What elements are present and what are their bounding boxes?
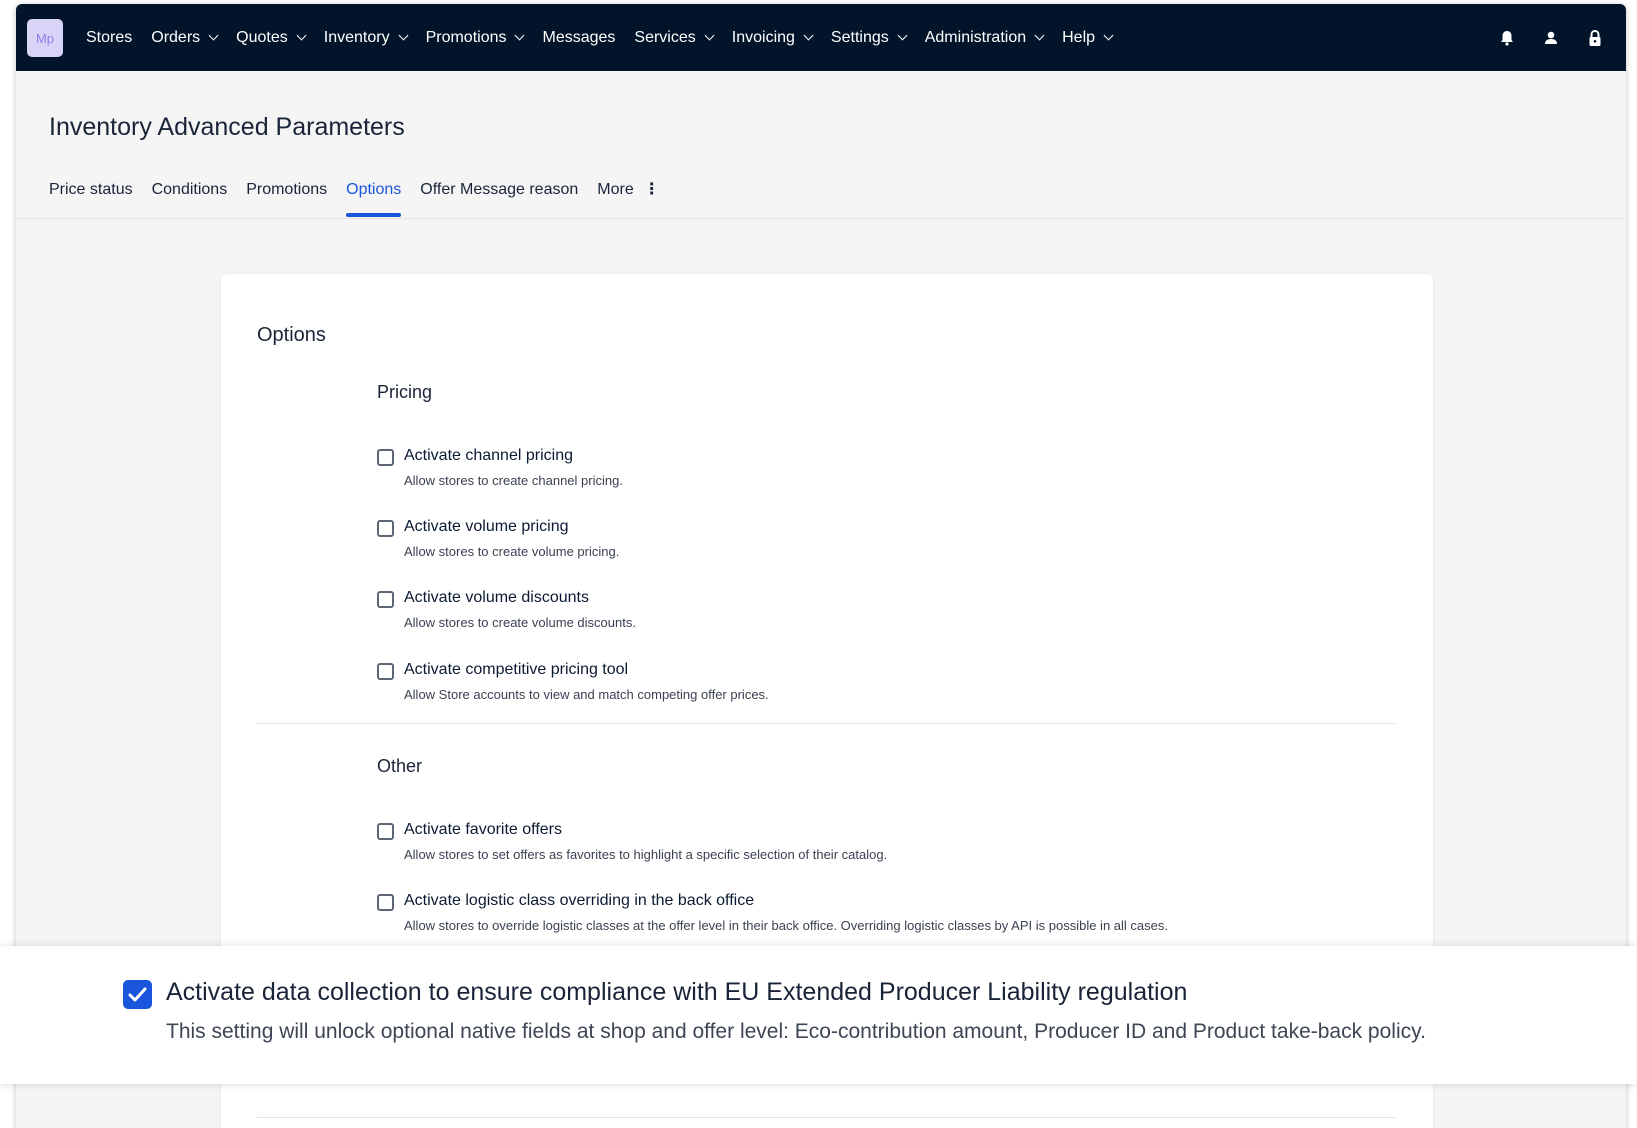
- option-description: Allow Store accounts to view and match c…: [404, 687, 769, 702]
- top-icons: [1472, 4, 1604, 71]
- nav-label: Messages: [542, 28, 616, 46]
- nav-item-help[interactable]: Help: [1062, 28, 1114, 47]
- nav-label: Administration: [924, 28, 1027, 46]
- option-label: Activate favorite offers: [404, 821, 562, 838]
- checkmark-icon: [128, 987, 147, 1002]
- epr-option-description: This setting will unlock optional native…: [166, 1020, 1426, 1043]
- tabs-divider: [16, 218, 1626, 219]
- nav-label: Inventory: [323, 28, 390, 46]
- chevron-down-icon: [398, 30, 409, 41]
- section-title-other: Other: [377, 756, 423, 776]
- tab-bar: Price status Conditions Promotions Optio…: [49, 180, 679, 220]
- option-label: Activate channel pricing: [404, 447, 573, 464]
- nav-label: Help: [1062, 28, 1096, 46]
- nav-label: Stores: [86, 28, 133, 46]
- nav-label: Services: [634, 28, 696, 46]
- section-divider: [257, 723, 1395, 724]
- nav-item-services[interactable]: Services: [634, 28, 715, 47]
- highlighted-option-banner: Activate data collection to ensure compl…: [0, 946, 1637, 1084]
- chevron-down-icon: [704, 30, 715, 41]
- user-icon[interactable]: [1542, 29, 1560, 47]
- checkbox-epr-data-collection[interactable]: [123, 980, 152, 1009]
- chevron-down-icon: [803, 30, 814, 41]
- nav-item-invoicing[interactable]: Invoicing: [731, 28, 814, 47]
- chevron-down-icon: [897, 30, 908, 41]
- checkbox-channel-pricing[interactable]: [377, 449, 394, 466]
- tab-options[interactable]: Options: [346, 180, 402, 220]
- nav-item-orders[interactable]: Orders: [151, 28, 219, 47]
- nav-label: Orders: [151, 28, 201, 46]
- nav-item-promotions[interactable]: Promotions: [425, 28, 525, 47]
- option-description: Allow stores to create channel pricing.: [404, 473, 623, 488]
- nav-item-settings[interactable]: Settings: [830, 28, 908, 47]
- tab-more[interactable]: More ⋮: [597, 180, 659, 220]
- option-label: Activate competitive pricing tool: [404, 661, 629, 678]
- nav-item-messages[interactable]: Messages: [542, 29, 615, 47]
- bell-icon[interactable]: [1498, 29, 1516, 47]
- option-description: Allow stores to set offers as favorites …: [404, 847, 888, 862]
- option-description: Allow stores to create volume pricing.: [404, 544, 620, 559]
- top-navigation-bar: Mp Stores Orders Quotes Inventory Promot…: [16, 4, 1626, 71]
- logo-text: Mp: [35, 30, 55, 46]
- checkbox-favorite-offers[interactable]: [377, 823, 394, 840]
- nav-label: Invoicing: [731, 28, 795, 46]
- nav-item-administration[interactable]: Administration: [924, 28, 1045, 47]
- chevron-down-icon: [1034, 30, 1045, 41]
- checkbox-competitive-pricing[interactable]: [377, 663, 394, 680]
- option-label: Activate volume pricing: [404, 518, 569, 535]
- option-label: Activate volume discounts: [404, 589, 589, 606]
- page-title: Inventory Advanced Parameters: [49, 113, 405, 141]
- nav-item-inventory[interactable]: Inventory: [323, 28, 409, 47]
- option-description: Allow stores to create volume discounts.: [404, 615, 636, 630]
- chevron-down-icon: [1103, 30, 1114, 41]
- chevron-down-icon: [296, 30, 307, 41]
- nav-item-quotes[interactable]: Quotes: [236, 28, 307, 47]
- epr-option-label: Activate data collection to ensure compl…: [166, 978, 1188, 1006]
- checkbox-volume-pricing[interactable]: [377, 520, 394, 537]
- card-title: Options: [257, 324, 326, 346]
- tab-conditions[interactable]: Conditions: [152, 180, 228, 220]
- section-divider: [257, 1117, 1395, 1118]
- main-nav: Stores Orders Quotes Inventory Promotion…: [86, 4, 1131, 71]
- lock-icon[interactable]: [1586, 29, 1604, 47]
- section-title-pricing: Pricing: [377, 382, 433, 402]
- chevron-down-icon: [515, 30, 525, 41]
- chevron-down-icon: [208, 30, 219, 41]
- app-logo[interactable]: Mp: [27, 19, 63, 57]
- tab-offer-message-reason[interactable]: Offer Message reason: [420, 180, 578, 220]
- option-label: Activate logistic class overriding in th…: [404, 892, 755, 909]
- tab-more-label: More: [597, 181, 634, 198]
- checkbox-volume-discounts[interactable]: [377, 591, 394, 608]
- nav-label: Quotes: [236, 28, 288, 46]
- option-description: Allow stores to override logistic classe…: [404, 918, 1168, 933]
- checkbox-logistic-class-override[interactable]: [377, 894, 394, 911]
- nav-label: Settings: [830, 28, 889, 46]
- more-vertical-icon: ⋮: [643, 181, 660, 198]
- nav-label: Promotions: [425, 28, 507, 46]
- tab-price-status[interactable]: Price status: [49, 180, 133, 220]
- nav-item-stores[interactable]: Stores: [86, 29, 132, 47]
- tab-promotions[interactable]: Promotions: [246, 180, 327, 220]
